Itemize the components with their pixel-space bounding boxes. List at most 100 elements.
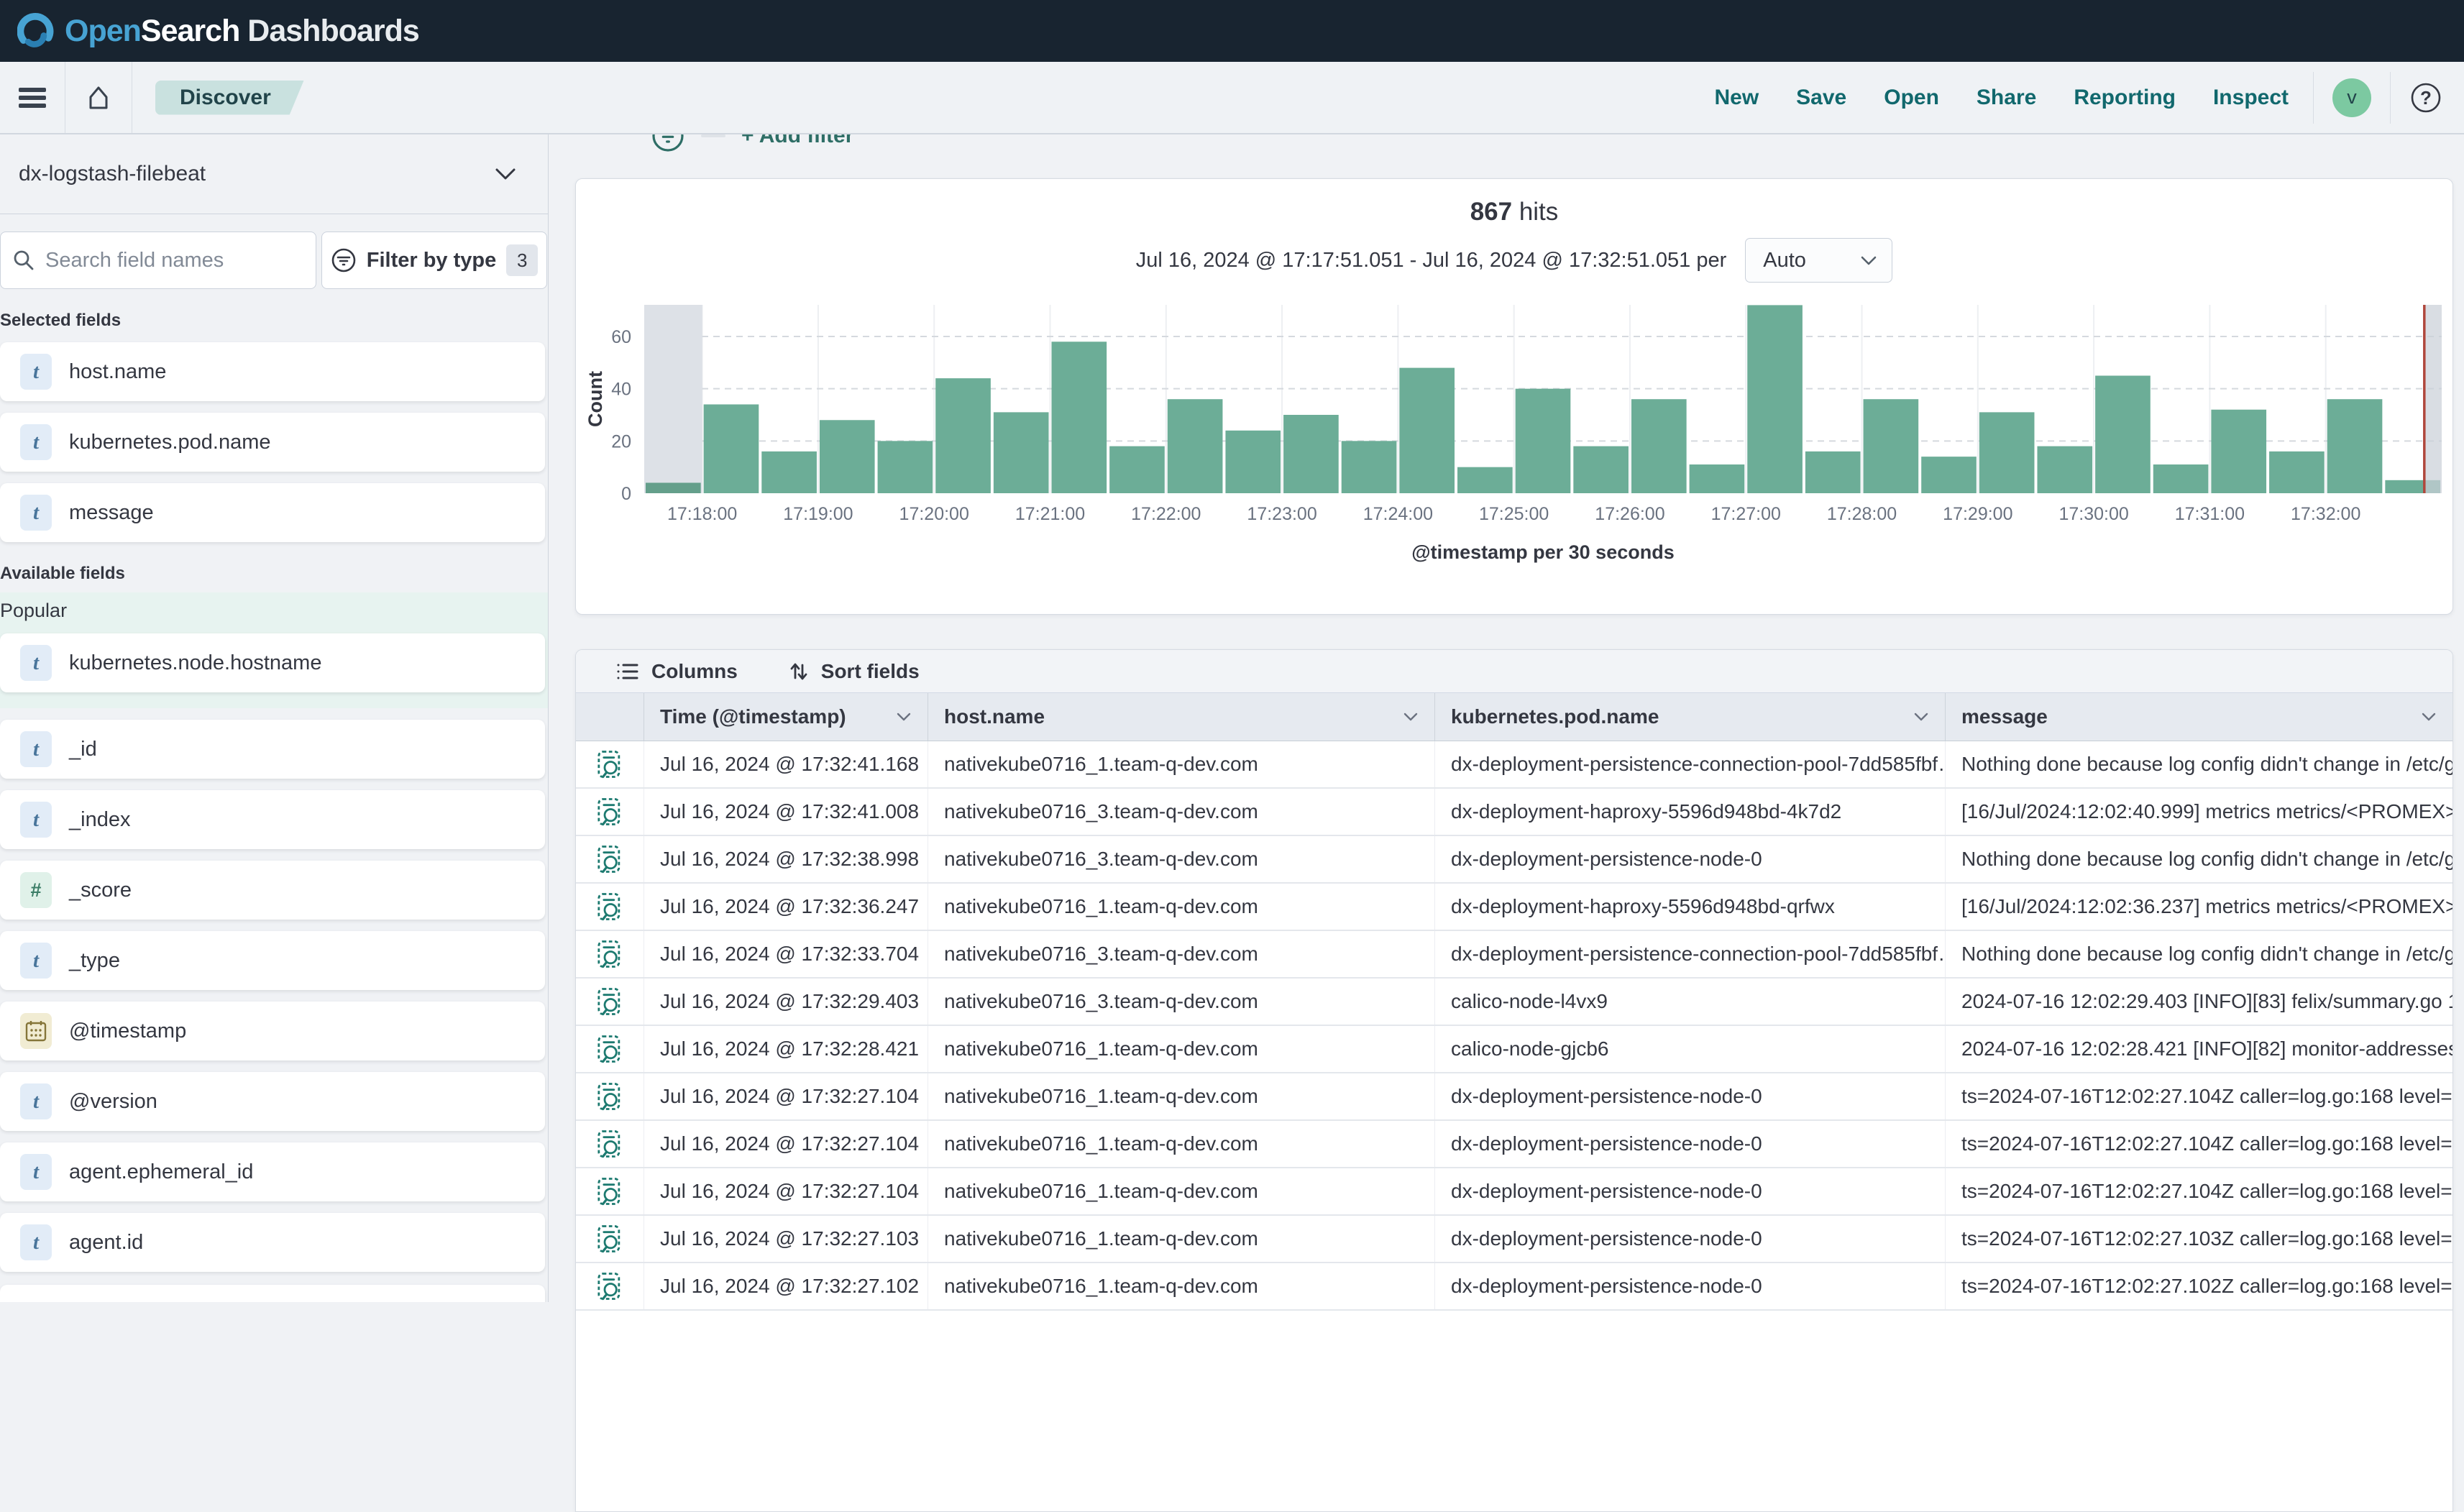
expand-document-icon[interactable] — [595, 1081, 624, 1112]
cell-time: Jul 16, 2024 @ 17:32:33.704 — [644, 931, 928, 977]
cell-host: nativekube0716_3.team-q-dev.com — [928, 836, 1435, 882]
string-field-icon: t — [20, 645, 52, 681]
filter-by-type-button[interactable]: Filter by type 3 — [321, 232, 547, 289]
chevron-down-icon[interactable] — [2421, 712, 2437, 722]
expand-row-button[interactable] — [576, 1263, 644, 1309]
svg-text:@timestamp per 30 seconds: @timestamp per 30 seconds — [1411, 541, 1674, 563]
cell-pod: calico-node-l4vx9 — [1435, 979, 1946, 1025]
home-icon[interactable] — [81, 81, 116, 115]
svg-text:17:25:00: 17:25:00 — [1479, 504, 1549, 524]
cell-message: ts=2024-07-16T12:02:27.102Z caller=log.g… — [1946, 1263, 2452, 1309]
expand-document-icon[interactable] — [595, 1176, 624, 1206]
table-toolbar: Columns Sort fields — [576, 650, 2452, 693]
top-toolbar: Discover New Save Open Share Reporting Inspec… — [0, 62, 2464, 134]
chevron-down-icon — [495, 168, 516, 180]
field-item-message[interactable]: tmessage — [0, 483, 545, 542]
nav-reporting[interactable]: Reporting — [2074, 86, 2176, 110]
field-item-_index[interactable]: t_index — [0, 790, 545, 849]
expand-row-button[interactable] — [576, 1073, 644, 1119]
cell-message: ts=2024-07-16T12:02:27.104Z caller=log.g… — [1946, 1073, 2452, 1119]
cell-time: Jul 16, 2024 @ 17:32:41.168 — [644, 741, 928, 787]
field-item-_type[interactable]: t_type — [0, 931, 545, 990]
expand-document-icon[interactable] — [595, 892, 624, 922]
avatar[interactable]: v — [2332, 78, 2371, 117]
chevron-down-icon[interactable] — [1403, 712, 1419, 722]
table-row: Jul 16, 2024 @ 17:32:28.421nativekube071… — [576, 1026, 2452, 1073]
expand-row-button[interactable] — [576, 836, 644, 882]
table-header-kubernetes.pod.name[interactable]: kubernetes.pod.name — [1435, 693, 1946, 741]
cell-message: Nothing done because log config didn't c… — [1946, 741, 2452, 787]
nav-new[interactable]: New — [1714, 86, 1759, 110]
field-item-kubernetes.node.hostname[interactable]: tkubernetes.node.hostname — [0, 633, 545, 692]
field-name: _type — [69, 949, 120, 973]
field-item-agent.id[interactable]: tagent.id — [0, 1213, 545, 1272]
string-field-icon: t — [20, 1154, 52, 1190]
cell-host: nativekube0716_3.team-q-dev.com — [928, 979, 1435, 1025]
field-item-@timestamp[interactable]: @timestamp — [0, 1002, 545, 1060]
index-pattern-select[interactable]: dx-logstash-filebeat — [0, 134, 548, 214]
expand-row-button[interactable] — [576, 1121, 644, 1167]
expand-row-button[interactable] — [576, 1026, 644, 1072]
expand-document-icon[interactable] — [595, 797, 624, 827]
help-icon[interactable]: ? — [2409, 81, 2442, 114]
selected-fields-heading: Selected fields — [0, 311, 548, 331]
columns-button[interactable]: Columns — [615, 660, 738, 683]
time-range-label: Jul 16, 2024 @ 17:17:51.051 - Jul 16, 20… — [1136, 249, 1727, 272]
field-item-@version[interactable]: t@version — [0, 1072, 545, 1131]
documents-table: Time (@timestamp)host.namekubernetes.pod… — [576, 693, 2452, 1311]
table-header-host.name[interactable]: host.name — [928, 693, 1435, 741]
expand-row-button[interactable] — [576, 979, 644, 1025]
expand-document-icon[interactable] — [595, 1129, 624, 1159]
histogram[interactable]: 0204060Count17:18:0017:19:0017:20:0017:2… — [583, 295, 2445, 583]
expand-document-icon[interactable] — [595, 986, 624, 1017]
table-header-message[interactable]: message — [1946, 693, 2452, 741]
cell-host: nativekube0716_3.team-q-dev.com — [928, 789, 1435, 835]
expand-document-icon[interactable] — [595, 1034, 624, 1064]
expand-row-button[interactable] — [576, 1168, 644, 1214]
svg-text:17:26:00: 17:26:00 — [1595, 504, 1664, 524]
number-field-icon: # — [20, 872, 52, 908]
field-item-_id[interactable]: t_id — [0, 720, 545, 779]
sort-fields-button[interactable]: Sort fields — [788, 659, 920, 684]
expand-row-button[interactable] — [576, 1216, 644, 1262]
nav-inspect[interactable]: Inspect — [2213, 86, 2289, 110]
search-input[interactable] — [45, 249, 283, 272]
expand-document-icon[interactable] — [595, 939, 624, 969]
cell-host: nativekube0716_1.team-q-dev.com — [928, 1216, 1435, 1262]
field-name: _score — [69, 879, 132, 902]
cell-time: Jul 16, 2024 @ 17:32:28.421 — [644, 1026, 928, 1072]
field-item-_score[interactable]: # _score — [0, 861, 545, 920]
field-item-agent.ephemeral_id[interactable]: tagent.ephemeral_id — [0, 1142, 545, 1201]
menu-icon[interactable] — [16, 83, 49, 112]
table-row: Jul 16, 2024 @ 17:32:27.104nativekube071… — [576, 1073, 2452, 1121]
chevron-down-icon[interactable] — [896, 712, 912, 722]
field-item-kubernetes.pod.name[interactable]: tkubernetes.pod.name — [0, 413, 545, 472]
field-name: host.name — [69, 360, 166, 384]
expand-row-button[interactable] — [576, 931, 644, 977]
nav-open[interactable]: Open — [1884, 86, 1939, 110]
cell-host: nativekube0716_1.team-q-dev.com — [928, 1026, 1435, 1072]
tab-discover[interactable]: Discover — [155, 81, 304, 115]
field-item-host.name[interactable]: thost.name — [0, 342, 545, 401]
expand-document-icon[interactable] — [595, 844, 624, 874]
table-row: Jul 16, 2024 @ 17:32:29.403nativekube071… — [576, 979, 2452, 1026]
cell-time: Jul 16, 2024 @ 17:32:27.102 — [644, 1263, 928, 1309]
expand-row-button[interactable] — [576, 884, 644, 930]
expand-row-button[interactable] — [576, 741, 644, 787]
field-card-clipped[interactable] — [0, 1285, 545, 1302]
cell-host: nativekube0716_3.team-q-dev.com — [928, 931, 1435, 977]
svg-text:17:18:00: 17:18:00 — [667, 504, 737, 524]
expand-document-icon[interactable] — [595, 1271, 624, 1301]
cell-message: 2024-07-16 12:02:28.421 [INFO][82] monit… — [1946, 1026, 2452, 1072]
svg-text:17:29:00: 17:29:00 — [1943, 504, 2012, 524]
expand-row-button[interactable] — [576, 789, 644, 835]
cell-message: [16/Jul/2024:12:02:36.237] metrics metri… — [1946, 884, 2452, 930]
field-name: _id — [69, 738, 97, 761]
table-header-Time (@timestamp)[interactable]: Time (@timestamp) — [644, 693, 928, 741]
nav-save[interactable]: Save — [1796, 86, 1846, 110]
expand-document-icon[interactable] — [595, 749, 624, 779]
expand-document-icon[interactable] — [595, 1224, 624, 1254]
interval-select[interactable]: Auto — [1745, 238, 1892, 283]
chevron-down-icon[interactable] — [1913, 712, 1929, 722]
nav-share[interactable]: Share — [1977, 86, 2036, 110]
